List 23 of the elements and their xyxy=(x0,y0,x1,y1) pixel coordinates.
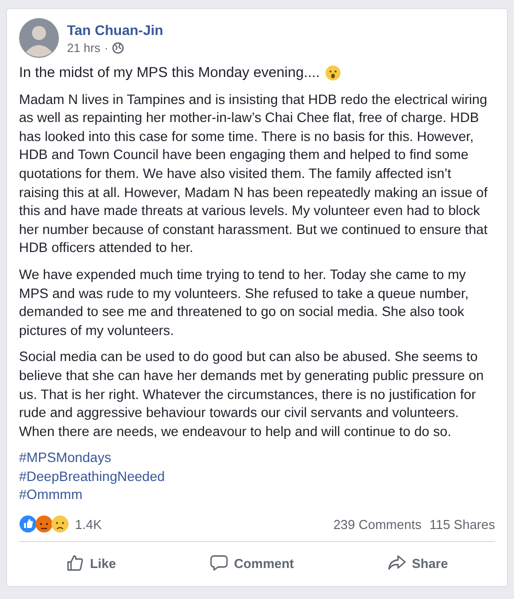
avatar xyxy=(19,18,59,58)
surprised-emoji-icon xyxy=(324,65,341,82)
reaction-icons-drawing[interactable] xyxy=(19,515,71,534)
post-text: In the midst of my MPS this Monday evening.... xyxy=(19,64,320,83)
comment-button[interactable]: Comment xyxy=(196,546,308,580)
post-paragraph: Madam N lives in Tampines and is insisting that HDB redo the electrical wiring as well as repainting her mother-in-law’s Chai Chee flat, free of charge. HDB has looked into this case for some time. There is no basis for this. However, HDB and Town Council have been engaging them and helped to find some quotations for them. We have also visited them. The family affected isn’t raising this at all. However, Madam N has been repeatedly making an issue of this and have made threats at various levels. My volunteer even had to block her number because of constant harassment. But we continued to ensure that HDB officers attended to her. xyxy=(19,90,489,258)
post-paragraph: Social media can be used to do good but can also be abused. She seems to believe that she can have her demands met by generating public pressure on us. That is her right. Whatever the circumstances, there is no justification for rude and aggressive behaviour towards our civil servants and volunteers. When there are needs, we endeavour to help and will continue to do so. xyxy=(19,348,485,441)
like-button[interactable]: Like xyxy=(52,546,130,580)
reaction-count[interactable]: 1.4K xyxy=(75,516,102,532)
speech-bubble-icon xyxy=(210,554,228,572)
separator-dot: · xyxy=(104,41,108,55)
post-time[interactable]: 21 hrs xyxy=(67,41,100,55)
share-button[interactable]: Share xyxy=(374,546,462,580)
hashtag-link[interactable]: #MPSMondays xyxy=(19,449,112,468)
post-paragraph: We have expended much time trying to tend to her. Today she came to my MPS and was rude to my volunteers. She refused to take a queue number, demanded to see me and threatened to go on social media. She also took pictures of my volunteers. xyxy=(19,266,470,340)
comments-count[interactable]: 239 Comments xyxy=(333,516,422,532)
globe-icon xyxy=(112,42,124,54)
hashtag-link[interactable]: #Ommmm xyxy=(19,486,82,506)
author-name[interactable]: Tan Chuan-Jin xyxy=(67,22,164,38)
hashtag-link[interactable]: #DeepBreathingNeeded xyxy=(19,468,165,486)
shares-count[interactable]: 115 Shares xyxy=(429,516,495,532)
thumbs-up-icon xyxy=(66,554,84,572)
share-arrow-icon xyxy=(388,554,406,572)
